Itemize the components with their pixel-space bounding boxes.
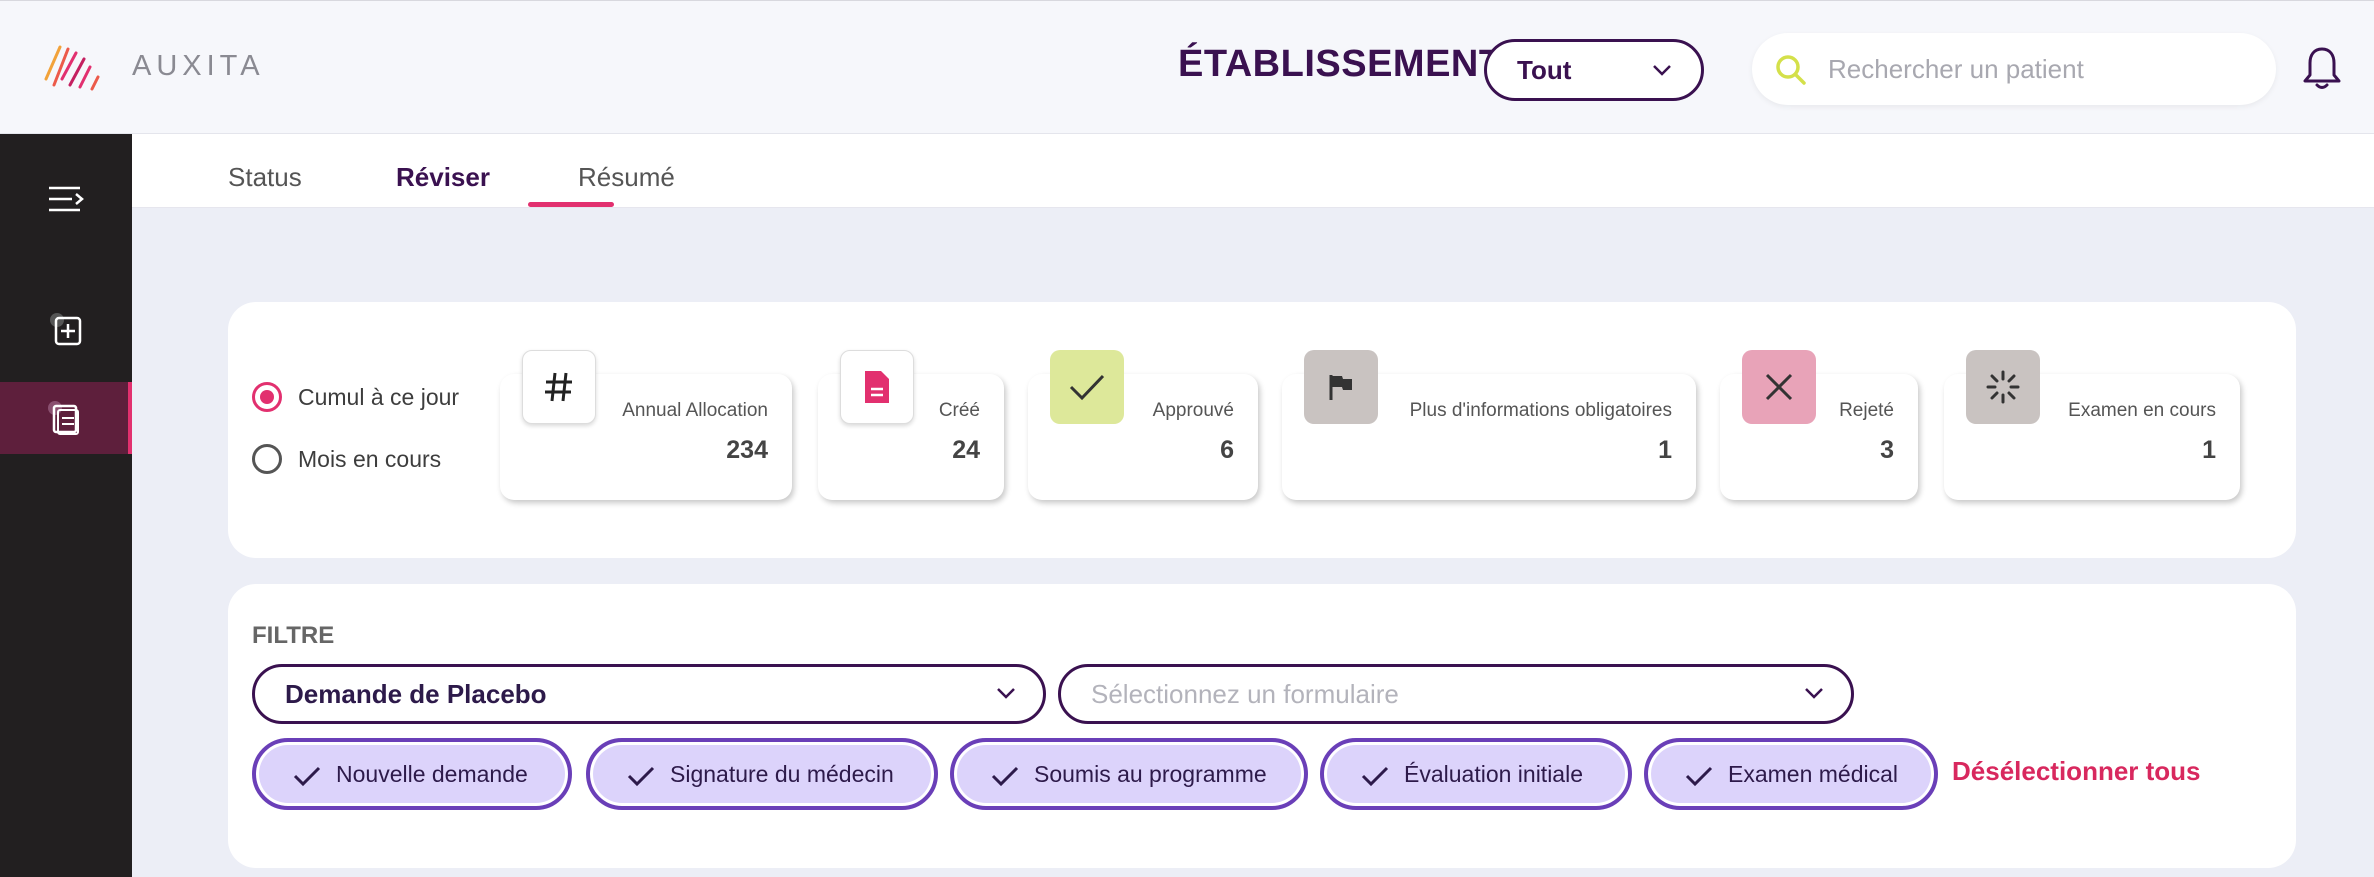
stat-rejected[interactable]: Rejeté 3 [1720,350,1918,500]
form-select[interactable]: Sélectionnez un formulaire [1058,664,1854,724]
check-icon [293,766,321,787]
stat-value: 24 [952,436,980,464]
documents-icon [48,401,79,435]
tab-status[interactable]: Status [228,162,302,193]
chip-label: Nouvelle demande [336,760,528,787]
chip-new-request[interactable]: Nouvelle demande [252,738,572,810]
chip-initial-evaluation[interactable]: Évaluation initiale [1320,738,1632,810]
sidebar-item-review[interactable] [0,382,132,454]
request-type-value: Demande de Placebo [285,678,547,709]
period-radio-current-month[interactable]: Mois en cours [252,444,441,474]
stat-under-review[interactable]: Examen en cours 1 [1944,350,2240,500]
chip-label: Évaluation initiale [1404,760,1584,787]
stat-label: Créé [938,400,980,421]
check-icon [1685,766,1713,787]
check-icon [991,766,1019,787]
search-placeholder: Rechercher un patient [1828,53,2084,84]
radio-selected-icon [252,382,282,412]
sidebar-item-new-request[interactable] [0,310,132,358]
stat-label: Plus d'informations obligatoires [1409,400,1672,421]
document-icon [840,350,914,424]
logo[interactable]: AUXITA [44,41,265,91]
chip-label: Soumis au programme [1034,760,1267,787]
period-label: Cumul à ce jour [298,383,460,410]
chip-physician-signature[interactable]: Signature du médecin [586,738,938,810]
stat-label: Rejeté [1839,400,1894,421]
stat-value: 1 [2202,436,2216,464]
check-icon [1361,766,1389,787]
establishment-label: ÉTABLISSEMENT [1178,43,1503,85]
stat-label: Approuvé [1152,400,1234,421]
sidebar [0,134,132,877]
top-header: AUXITA ÉTABLISSEMENT Tout Rechercher un … [0,0,2374,134]
menu-collapse-icon [49,186,84,212]
stat-value: 1 [1658,436,1672,464]
stat-value: 3 [1880,436,1894,464]
notification-bell-icon[interactable] [2302,45,2342,91]
patient-search-input[interactable]: Rechercher un patient [1752,33,2276,105]
stats-card: Cumul à ce jour Mois en cours Annual All… [228,302,2296,558]
radio-unselected-icon [252,444,282,474]
chip-label: Examen médical [1728,760,1899,787]
request-type-select[interactable]: Demande de Placebo [252,664,1046,724]
stat-approved[interactable]: Approuvé 6 [1028,350,1258,500]
form-select-placeholder: Sélectionnez un formulaire [1091,678,1399,709]
logo-mark-icon [44,45,100,91]
logo-text: AUXITA [132,49,265,82]
active-tab-indicator [528,202,614,207]
chip-label: Signature du médecin [670,760,894,787]
establishment-select-value: Tout [1517,54,1572,85]
tab-summary[interactable]: Résumé [578,162,675,193]
stat-annual-allocation[interactable]: Annual Allocation 234 [500,350,792,500]
establishment-select[interactable]: Tout [1484,39,1704,101]
chevron-down-icon [1805,688,1823,699]
filter-title: FILTRE [252,622,335,649]
spinner-icon [1966,350,2040,424]
stat-label: Examen en cours [2068,400,2216,421]
stat-created[interactable]: Créé 24 [818,350,1004,500]
search-icon [1776,55,1806,85]
stat-label: Annual Allocation [622,400,768,421]
close-icon [1742,350,1816,424]
stat-more-info-required[interactable]: Plus d'informations obligatoires 1 [1282,350,1696,500]
chip-medical-exam[interactable]: Examen médical [1644,738,1938,810]
filter-card: FILTRE Demande de Placebo Sélectionnez u… [228,584,2296,868]
period-radio-cumulative[interactable]: Cumul à ce jour [252,382,459,412]
chevron-down-icon [1653,65,1671,76]
stat-value: 6 [1220,436,1234,464]
check-icon [627,766,655,787]
sidebar-toggle[interactable] [0,184,132,232]
tab-bar: Status Réviser Résumé [132,134,2374,208]
check-icon [1050,350,1124,424]
period-label: Mois en cours [298,445,442,472]
tab-review[interactable]: Réviser [396,162,490,193]
hash-icon [522,350,596,424]
deselect-all-link[interactable]: Désélectionner tous [1952,756,2201,787]
chip-submitted-to-program[interactable]: Soumis au programme [950,738,1308,810]
flag-icon [1304,350,1378,424]
chevron-down-icon [997,688,1015,699]
stat-value: 234 [726,436,768,464]
add-document-icon [50,313,82,346]
